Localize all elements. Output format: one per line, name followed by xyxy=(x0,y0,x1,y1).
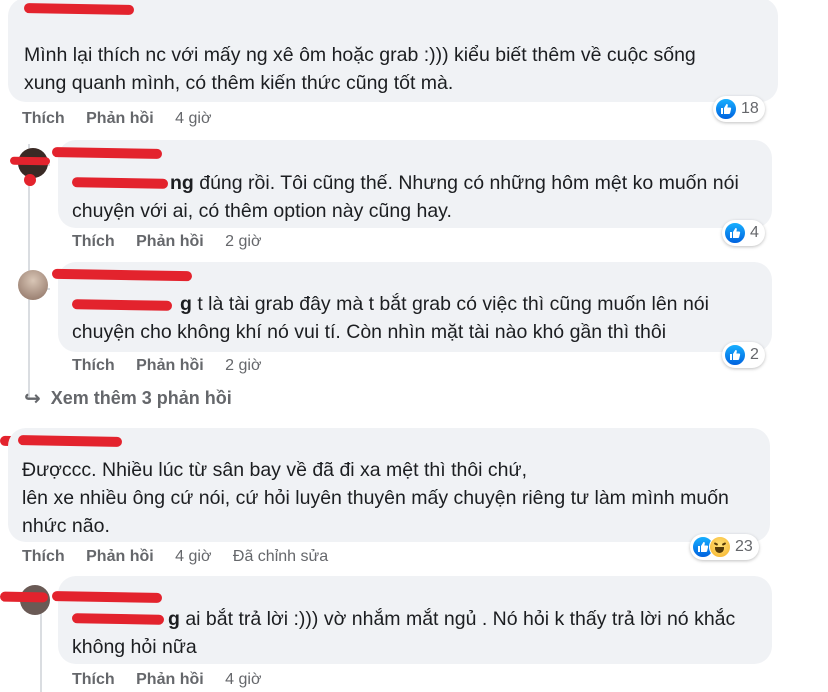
comment-bubble: ng đúng rồi. Tôi cũng thế. Nhưng có nhữn… xyxy=(51,140,772,228)
mention-tag[interactable]: g xyxy=(180,293,192,315)
redaction-mark xyxy=(0,591,49,603)
edited-label[interactable]: Đã chỉnh sửa xyxy=(233,548,328,565)
comment-actions: Thích Phản hồi 4 giờ xyxy=(72,671,278,689)
reaction-summary[interactable]: 18 xyxy=(713,96,765,122)
commenter-name-redacted xyxy=(51,147,163,159)
view-more-replies-link[interactable]: ↪ Xem thêm 3 phản hồi xyxy=(24,386,232,411)
commenter-name-redacted xyxy=(51,591,163,603)
redaction-mark xyxy=(23,173,37,187)
like-button[interactable]: Thích xyxy=(72,233,115,250)
comment-text: ng đúng rồi. Tôi cũng thế. Nhưng có nhữn… xyxy=(72,172,739,222)
like-button[interactable]: Thích xyxy=(22,548,65,565)
comment-bubble: Mình lại thích nc với mấy ng xê ôm hoặc … xyxy=(8,0,778,102)
reaction-count: 18 xyxy=(741,100,759,117)
like-icon xyxy=(724,222,746,244)
avatar xyxy=(18,270,48,300)
reply-button[interactable]: Phản hồi xyxy=(86,548,154,565)
reply-button[interactable]: Phản hồi xyxy=(136,357,204,374)
like-icon xyxy=(724,344,746,366)
comment-bubble: Đượccc. Nhiều lúc từ sân bay về đã đi xa… xyxy=(8,428,770,542)
like-button[interactable]: Thích xyxy=(72,357,115,374)
comment-time[interactable]: 4 giờ xyxy=(175,548,211,565)
reply-arrow-icon: ↪ xyxy=(24,388,41,410)
comment-text: Mình lại thích nc với mấy ng xê ôm hoặc … xyxy=(24,44,696,94)
comment-actions: Thích Phản hồi 4 giờ Đã chỉnh sửa xyxy=(22,548,345,566)
comment-bubble: g t là tài grab đây mà t bắt grab có việ… xyxy=(51,262,772,352)
comment-time[interactable]: 2 giờ xyxy=(225,233,261,250)
reply-button[interactable]: Phản hồi xyxy=(86,110,154,127)
reaction-count: 2 xyxy=(750,346,759,363)
like-button[interactable]: Thích xyxy=(22,110,65,127)
reply-button[interactable]: Phản hồi xyxy=(136,233,204,250)
comment-actions: Thích Phản hồi 2 giờ xyxy=(72,233,278,251)
reaction-count: 4 xyxy=(750,224,759,241)
comment-bubble: g ai bắt trả lời :))) vờ nhắm mắt ngủ . … xyxy=(51,576,772,664)
comment-time[interactable]: 4 giờ xyxy=(175,110,211,127)
like-button[interactable]: Thích xyxy=(72,671,115,688)
comment-actions: Thích Phản hồi 2 giờ xyxy=(72,357,278,375)
mention-tag[interactable]: g xyxy=(168,608,180,630)
reaction-summary[interactable]: 23 xyxy=(690,534,759,560)
comment-actions: Thích Phản hồi 4 giờ xyxy=(22,110,228,128)
reaction-summary[interactable]: 2 xyxy=(722,342,765,368)
haha-icon xyxy=(709,536,731,558)
comment-time[interactable]: 2 giờ xyxy=(225,357,261,374)
mention-tag[interactable]: ng xyxy=(170,172,194,194)
reaction-count: 23 xyxy=(735,538,753,555)
reply-button[interactable]: Phản hồi xyxy=(136,671,204,688)
comment-text: g t là tài grab đây mà t bắt grab có việ… xyxy=(72,293,709,343)
commenter-name-redacted xyxy=(51,268,193,282)
like-icon xyxy=(715,98,737,120)
commenter-name-redacted xyxy=(17,435,123,447)
redaction-mark xyxy=(9,156,51,166)
comment-time[interactable]: 4 giờ xyxy=(225,671,261,688)
comment-text: g ai bắt trả lời :))) vờ nhắm mắt ngủ . … xyxy=(72,608,736,658)
reaction-summary[interactable]: 4 xyxy=(722,220,765,246)
comment-text: Đượccc. Nhiều lúc từ sân bay về đã đi xa… xyxy=(22,459,729,537)
